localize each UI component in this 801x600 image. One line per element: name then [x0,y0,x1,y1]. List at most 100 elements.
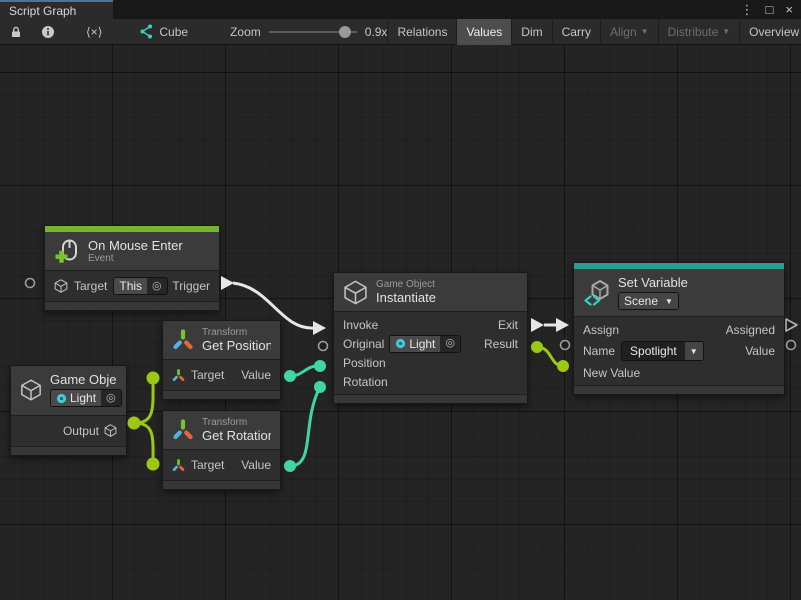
zoom-slider[interactable] [269,25,357,39]
node-footer [334,394,527,403]
assign-port-label: Assign [583,323,619,337]
lock-icon [9,25,23,39]
original-port-label: Original [343,337,384,351]
graph-icon [138,24,153,39]
align-label: Align [610,25,637,39]
light-icon [56,393,67,404]
carry-toggle[interactable]: Carry [553,19,600,45]
invoke-port-label: Invoke [343,318,378,332]
code-icon: ⟨×⟩ [86,25,102,39]
graph-context[interactable]: Cube [138,24,188,39]
node-set-variable[interactable]: Set Variable Scene ▼ Assign Assigned Nam… [573,262,785,395]
relations-toggle[interactable]: Relations [388,19,456,45]
trigger-port-label: Trigger [172,279,210,293]
toolbar-toggles: Relations Values Dim Carry Align ▼ Distr… [387,19,801,45]
chevron-down-icon: ▼ [690,347,698,356]
new-value-port-label: New Value [583,366,640,380]
code-preview-button[interactable]: ⟨×⟩ [64,19,124,45]
zoom-slider-handle[interactable] [339,26,351,38]
overview-button[interactable]: Overview [740,19,801,45]
target-port-label: Target [191,458,224,472]
node-get-position[interactable]: Transform Get Position Target Value [162,320,281,400]
node-title: Set Variable [618,275,688,290]
node-game-object[interactable]: Game Object Light ◎ Output [10,365,127,456]
node-instantiate[interactable]: Game Object Instantiate Invoke Exit Orig… [333,272,528,404]
menu-icon[interactable]: ⋮ [741,3,754,16]
object-value-chip[interactable]: Light ◎ [50,389,122,407]
dim-toggle[interactable]: Dim [512,19,551,45]
info-icon [41,25,55,39]
chevron-down-icon: ▼ [665,297,673,306]
variable-kind-dropdown[interactable]: Scene ▼ [618,292,679,310]
result-port-label: Result [484,337,518,351]
assigned-port-label: Assigned [726,323,775,337]
node-title: Get Position [202,338,271,353]
variable-name-text: Spotlight [630,344,677,358]
tab-title: Script Graph [9,4,76,18]
node-footer [45,301,219,310]
values-toggle[interactable]: Values [457,19,511,45]
object-picker-icon[interactable]: ◎ [152,281,162,292]
exit-port-label: Exit [498,318,518,332]
original-value-chip[interactable]: Light ◎ [389,335,461,353]
window-controls: ⋮ □ × [741,0,801,19]
node-footer [574,385,784,394]
object-picker-icon[interactable]: ◎ [445,338,455,349]
name-port-label: Name [583,344,615,358]
transform-icon [172,459,185,472]
lock-button[interactable] [0,19,32,45]
value-port-label: Value [745,344,775,358]
variable-name-dropdown[interactable]: Spotlight ▼ [621,341,704,361]
original-value-text: Light [409,337,435,351]
variable-kind-text: Scene [624,294,658,308]
unity-variable-icon [583,279,610,306]
node-footer [163,390,280,399]
value-port-label: Value [241,458,271,472]
node-category: Transform [202,327,271,338]
node-title: Get Rotation [202,428,271,443]
align-menu-button[interactable]: Align ▼ [601,19,658,45]
node-footer [11,446,126,455]
chevron-down-icon: ▼ [722,27,730,36]
close-icon[interactable]: × [785,3,793,16]
game-object-cube-icon [20,379,42,401]
graph-context-label: Cube [159,25,188,39]
target-port-label: Target [191,368,224,382]
mouse-event-icon [54,238,80,264]
target-port-label: Target [74,279,107,293]
game-object-cube-icon [343,280,368,305]
node-title: On Mouse Enter [88,238,183,253]
node-on-mouse-enter[interactable]: On Mouse Enter Event Target This ◎ Trigg… [44,225,220,311]
tab-bar: Script Graph ⋮ □ × [0,0,801,19]
zoom-value: 0.9x [365,25,388,39]
target-value-chip[interactable]: This ◎ [113,277,167,295]
node-title: Game Object [50,372,117,387]
position-port-label: Position [343,356,386,370]
zoom-control: Zoom 0.9x [230,25,387,39]
value-port-label: Value [241,368,271,382]
maximize-icon[interactable]: □ [766,3,774,16]
game-object-cube-icon [104,424,117,437]
transform-icon [172,329,194,351]
object-picker-icon[interactable]: ◎ [106,393,116,404]
graph-toolbar: ⟨×⟩ Cube Zoom 0.9x Relations Values [0,19,801,45]
chevron-down-icon: ▼ [641,27,649,36]
distribute-menu-button[interactable]: Distribute ▼ [659,19,740,45]
script-graph-window: Script Graph ⋮ □ × ⟨×⟩ [0,0,801,600]
game-object-cube-icon [54,279,68,293]
light-icon [395,338,406,349]
node-subtitle: Event [88,253,183,264]
rotation-port-label: Rotation [343,375,388,389]
zoom-label: Zoom [230,25,261,39]
node-get-rotation[interactable]: Transform Get Rotation Target Value [162,410,281,490]
node-category: Transform [202,417,271,428]
transform-icon [172,369,185,382]
tab-script-graph[interactable]: Script Graph [0,0,113,19]
transform-icon [172,419,194,441]
node-footer [163,480,280,489]
node-title: Instantiate [376,290,436,305]
output-port-label: Output [63,424,99,438]
inspect-button[interactable] [32,19,64,45]
target-value-text: This [114,278,147,294]
node-category: Game Object [376,279,436,290]
